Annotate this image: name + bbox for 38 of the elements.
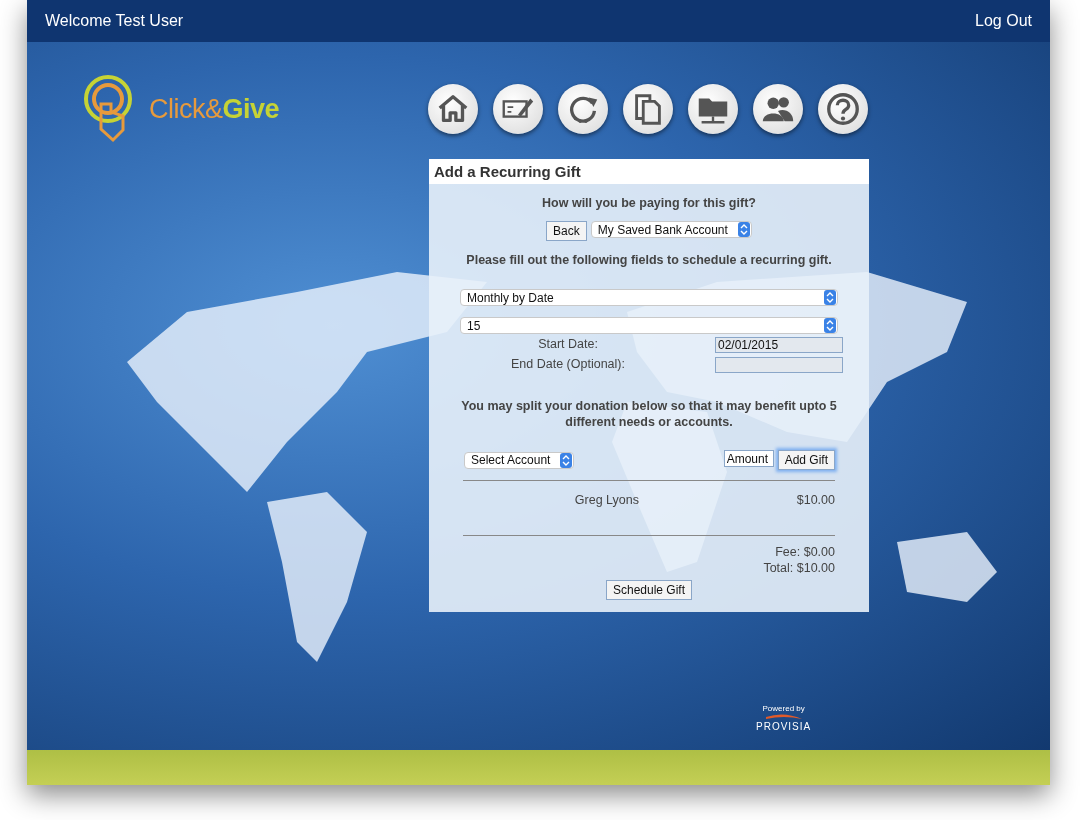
amount-field[interactable]: Amount — [723, 450, 774, 467]
account-select[interactable]: Select Account — [464, 451, 575, 469]
recurring-nav-button[interactable] — [558, 84, 608, 134]
stepper-arrows-icon — [824, 290, 836, 305]
help-nav-button[interactable] — [818, 84, 868, 134]
swoosh-icon — [763, 713, 804, 721]
help-icon — [824, 90, 862, 128]
add-gift-button[interactable]: Add Gift — [777, 450, 835, 470]
start-date-label: Start Date: — [537, 337, 599, 353]
back-button[interactable]: Back — [546, 221, 587, 241]
gift-amount: $10.00 — [795, 493, 835, 507]
start-date-field[interactable]: 02/01/2015 — [715, 337, 843, 353]
home-nav-button[interactable] — [428, 84, 478, 134]
schedule-gift-button[interactable]: Schedule Gift — [605, 580, 692, 600]
welcome-text: Welcome Test User — [45, 12, 184, 30]
copy-nav-button[interactable] — [623, 84, 673, 134]
gift-name: Greg Lyons — [573, 493, 640, 507]
end-date-field[interactable] — [715, 357, 843, 373]
payment-method-select[interactable]: My Saved Bank Account — [590, 221, 752, 238]
frequency-select[interactable]: Monthly by Date — [460, 289, 838, 306]
instructions-text: Please fill out the following fields to schedule a recurring gift. — [465, 253, 833, 267]
split-note: You may split your donation below so that it may benefit upto 5 different needs or accounts. — [460, 398, 838, 430]
fee-text: Fee: $0.00 — [775, 544, 835, 560]
day-select[interactable]: 15 — [460, 317, 838, 334]
payment-question: How will you be paying for this gift? — [541, 196, 757, 210]
stepper-arrows-icon — [737, 222, 750, 237]
total-text: Total: $10.00 — [763, 560, 835, 576]
people-nav-button[interactable] — [753, 84, 803, 134]
stepper-arrows-icon — [824, 318, 836, 333]
end-date-label: End Date (Optional): — [510, 357, 626, 373]
check-nav-button[interactable] — [493, 84, 543, 134]
panel-title: Add a Recurring Gift — [429, 159, 869, 184]
logout-link[interactable]: Log Out — [975, 12, 1032, 30]
click-and-give-logo: Click&Give — [149, 93, 280, 125]
powered-by-text: Powered by — [762, 704, 805, 713]
folder-nav-button[interactable] — [688, 84, 738, 134]
provisia-logo-text: PROVISIA — [756, 721, 812, 732]
stepper-arrows-icon — [560, 452, 573, 468]
